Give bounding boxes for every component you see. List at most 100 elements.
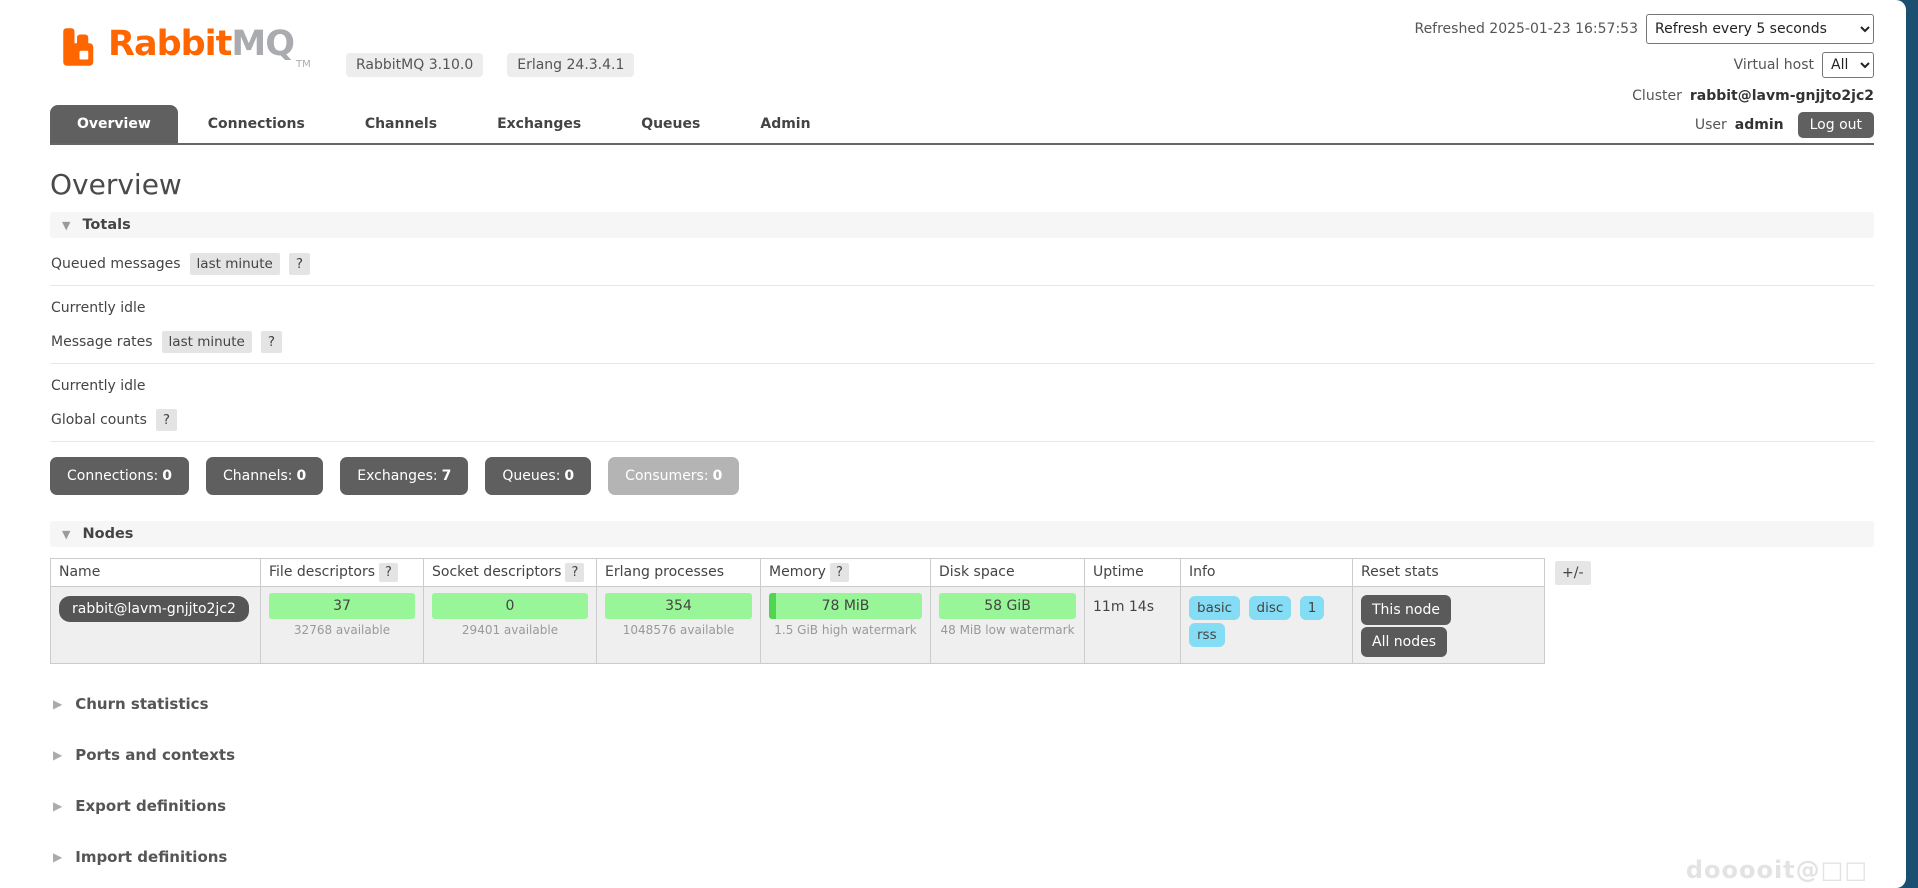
- global-count-buttons: Connections: 0 Channels: 0 Exchanges: 7 Que…: [50, 457, 1874, 495]
- help-icon[interactable]: ?: [155, 409, 178, 431]
- tab-queues[interactable]: Queues: [611, 105, 730, 143]
- triangle-down-icon: ▼: [62, 218, 71, 232]
- erlang-processes-sub: 1048576 available: [622, 623, 735, 637]
- header: RabbitMQTM RabbitMQ 3.10.0 Erlang 24.3.4…: [50, 0, 1874, 138]
- file-descriptors-cell: 37 32768 available: [260, 586, 424, 664]
- refreshed-text: Refreshed 2025-01-23 16:57:53: [1414, 21, 1638, 37]
- cluster-row: Cluster rabbit@lavm-gnjjto2jc2: [1414, 88, 1874, 104]
- reset-stats-cell: This node All nodes: [1352, 586, 1545, 664]
- uptime-cell: 11m 14s: [1084, 586, 1181, 664]
- info-badge-1: 1: [1299, 596, 1325, 620]
- user-label: User: [1694, 117, 1727, 133]
- node-row: rabbit@lavm-gnjjto2jc2 37 32768 availabl…: [50, 586, 1545, 664]
- memory-sub: 1.5 GiB high watermark: [774, 623, 917, 637]
- export-definitions-section[interactable]: ▶ Export definitions: [53, 795, 1874, 817]
- disk-space-cell: 58 GiB 48 MiB low watermark: [930, 586, 1085, 664]
- global-counts-label: Global counts: [51, 412, 147, 428]
- cluster-name: rabbit@lavm-gnjjto2jc2: [1689, 88, 1874, 104]
- col-disk-space: Disk space: [930, 558, 1085, 587]
- watermark-text: dooooit@□□: [1685, 856, 1868, 884]
- triangle-right-icon: ▶: [53, 748, 63, 762]
- col-name: Name: [50, 558, 261, 587]
- rabbitmq-version-badge: RabbitMQ 3.10.0: [346, 53, 484, 77]
- tab-overview[interactable]: Overview: [50, 105, 178, 143]
- help-icon[interactable]: ?: [829, 563, 849, 582]
- nodes-table-wrap: Name File descriptors? Socket descriptor…: [50, 558, 1874, 664]
- file-descriptors-bar: 37: [269, 593, 415, 619]
- triangle-down-icon: ▼: [62, 527, 71, 541]
- disk-space-sub: 48 MiB low watermark: [940, 623, 1075, 637]
- message-rates-label: Message rates: [51, 334, 153, 350]
- totals-section-header[interactable]: ▼ Totals: [50, 212, 1874, 238]
- socket-descriptors-cell: 0 29401 available: [423, 586, 597, 664]
- user-row: User admin Log out: [1414, 112, 1874, 138]
- connections-count-button[interactable]: Connections: 0: [50, 457, 189, 495]
- nodes-section-header[interactable]: ▼ Nodes: [50, 521, 1874, 547]
- col-file-descriptors: File descriptors?: [260, 558, 424, 587]
- rates-idle-text: Currently idle: [51, 378, 146, 394]
- cluster-label: Cluster: [1632, 88, 1682, 104]
- rabbitmq-logo-icon: [63, 28, 94, 66]
- tab-exchanges[interactable]: Exchanges: [467, 105, 611, 143]
- nodes-section-title: Nodes: [82, 526, 134, 542]
- info-badge-disc: disc: [1248, 596, 1292, 620]
- churn-statistics-label: Churn statistics: [75, 695, 209, 713]
- desktop-frame: { "colors": { "accent_orange": "#ff6600"…: [0, 0, 1918, 888]
- global-counts-row: Global counts ?: [50, 409, 1874, 442]
- export-definitions-label: Export definitions: [75, 797, 227, 815]
- info-badge-basic: basic: [1189, 596, 1241, 620]
- logout-button[interactable]: Log out: [1797, 112, 1874, 138]
- virtual-host-select[interactable]: All: [1822, 52, 1874, 78]
- user-name: admin: [1734, 117, 1784, 133]
- nodes-table: Name File descriptors? Socket descriptor…: [50, 558, 1545, 664]
- tab-admin[interactable]: Admin: [730, 105, 840, 143]
- reset-all-nodes-button[interactable]: All nodes: [1361, 627, 1448, 657]
- tab-connections[interactable]: Connections: [178, 105, 335, 143]
- help-icon[interactable]: ?: [565, 563, 585, 582]
- ports-and-contexts-label: Ports and contexts: [75, 746, 236, 764]
- node-name-badge[interactable]: rabbit@lavm-gnjjto2jc2: [59, 596, 249, 622]
- col-socket-descriptors: Socket descriptors?: [423, 558, 597, 587]
- triangle-right-icon: ▶: [53, 850, 63, 864]
- exchanges-count-button[interactable]: Exchanges: 7: [340, 457, 469, 495]
- consumers-count-button: Consumers: 0: [608, 457, 740, 495]
- queued-rate-window-badge[interactable]: last minute: [189, 253, 280, 275]
- queues-count-button[interactable]: Queues: 0: [485, 457, 592, 495]
- rabbitmq-logo[interactable]: RabbitMQTM: [62, 24, 311, 85]
- help-icon[interactable]: ?: [288, 253, 310, 275]
- version-badges: RabbitMQ 3.10.0 Erlang 24.3.4.1: [346, 53, 635, 77]
- help-icon[interactable]: ?: [379, 563, 398, 582]
- erlang-processes-bar: 354: [605, 593, 752, 619]
- totals-section-title: Totals: [82, 217, 131, 233]
- erlang-version-badge: Erlang 24.3.4.1: [507, 53, 635, 77]
- triangle-right-icon: ▶: [53, 799, 63, 813]
- tab-channels[interactable]: Channels: [335, 105, 467, 143]
- socket-descriptors-sub: 29401 available: [461, 623, 559, 637]
- import-definitions-section[interactable]: ▶ Import definitions: [53, 846, 1874, 868]
- refresh-interval-select[interactable]: Refresh every 5 seconds: [1646, 14, 1874, 44]
- nodes-header-row: Name File descriptors? Socket descriptor…: [50, 558, 1545, 587]
- file-descriptors-sub: 32768 available: [293, 623, 391, 637]
- erlang-processes-cell: 354 1048576 available: [596, 586, 761, 664]
- queued-idle-text: Currently idle: [51, 300, 146, 316]
- rates-rate-window-badge[interactable]: last minute: [161, 331, 252, 353]
- socket-descriptors-bar: 0: [432, 593, 588, 619]
- help-icon[interactable]: ?: [260, 331, 282, 353]
- queued-messages-row: Queued messages last minute ?: [50, 253, 1874, 286]
- info-cell: basic disc 1 rss: [1180, 586, 1353, 664]
- col-reset-stats: Reset stats: [1352, 558, 1545, 587]
- channels-count-button[interactable]: Channels: 0: [205, 457, 324, 495]
- reset-this-node-button[interactable]: This node: [1361, 595, 1451, 625]
- header-right: Refreshed 2025-01-23 16:57:53 Refresh ev…: [1414, 14, 1874, 138]
- memory-cell: 78 MiB 1.5 GiB high watermark: [760, 586, 931, 664]
- rabbitmq-wordmark: RabbitMQTM: [108, 24, 311, 70]
- virtual-host-row: Virtual host All: [1414, 52, 1874, 78]
- ports-and-contexts-section[interactable]: ▶ Ports and contexts: [53, 744, 1874, 766]
- churn-statistics-section[interactable]: ▶ Churn statistics: [53, 693, 1874, 715]
- col-erlang-processes: Erlang processes: [596, 558, 761, 587]
- page-title: Overview: [50, 168, 182, 201]
- column-toggle-button[interactable]: +/-: [1555, 561, 1591, 585]
- col-info: Info: [1180, 558, 1353, 587]
- refresh-row: Refreshed 2025-01-23 16:57:53 Refresh ev…: [1414, 14, 1874, 44]
- virtual-host-label: Virtual host: [1733, 57, 1814, 73]
